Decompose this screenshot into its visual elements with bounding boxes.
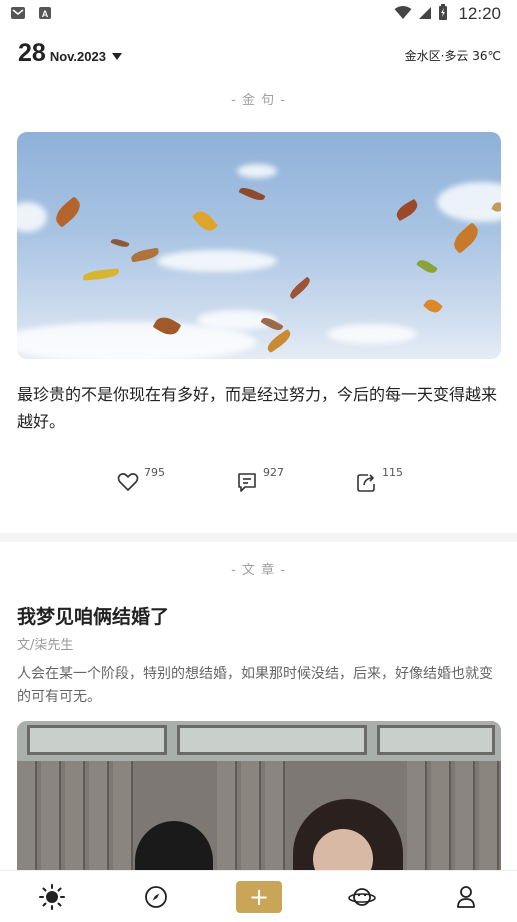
quote-section-label: - 金 句 - [231,93,286,108]
wall-plank [113,761,133,881]
like-button[interactable]: 795 [116,466,165,494]
comment-button[interactable]: 927 [235,466,284,494]
wall-plank [479,761,499,881]
mail-icon [10,5,26,24]
nav-profile-button[interactable] [452,883,480,911]
cloud [17,202,47,232]
like-count: 795 [144,466,165,479]
sun-icon [39,884,65,910]
cloud [157,250,277,272]
wall-plank [17,761,37,881]
quote-image[interactable] [17,132,501,359]
wall-plank [217,761,237,881]
wall-plank [431,761,451,881]
status-right: 12:20 [394,4,501,24]
wall-panel [377,725,495,755]
quote-text: 最珍贵的不是你现在有多好，而是经过努力，今后的每一天变得越来越好。 [17,385,498,431]
svg-text:A: A [42,9,49,19]
cloud [237,164,277,178]
status-left: A [10,5,52,24]
date-month: Nov.2023 [49,49,106,64]
nav-sun-button[interactable] [38,883,66,911]
person-icon [457,886,475,908]
share-icon [357,474,375,492]
article-summary: 人会在某一个阶段，特别的想结婚，如果那时候没结，后来，好像结婚也就变的可有可无。 [17,666,493,705]
leaf [191,207,219,235]
nav-discover-button[interactable] [142,883,170,911]
section-divider [0,533,517,542]
leaf [287,276,313,300]
quote-actions: 795 927 115 [0,466,517,496]
leaf [264,328,294,354]
wall-plank [89,761,109,881]
leaf [82,268,120,281]
compass-icon [145,886,167,908]
leaf [110,237,130,249]
cloud [327,324,417,344]
cell-signal-icon [418,5,432,24]
wall-panel [27,725,167,755]
leaf [393,198,421,222]
share-button[interactable]: 115 [354,466,403,494]
add-button[interactable]: + [236,881,282,913]
bottom-nav: + [0,870,517,922]
wall-plank [41,761,61,881]
planet-icon [348,888,376,906]
article-image[interactable] [17,721,501,881]
wall-plank [407,761,427,881]
battery-icon [438,4,448,24]
comment-icon [238,473,256,492]
article-section-label: - 文 章 - [231,563,286,578]
wall-panel [177,725,367,755]
leaf [423,296,443,316]
leaf [130,247,160,263]
cloud [437,182,501,222]
leaf [238,184,266,204]
wall-plank [265,761,285,881]
leaf [416,257,438,276]
caret-down-icon [111,53,122,60]
leaf [51,196,85,228]
wall-plank [241,761,261,881]
heart-icon [117,473,139,491]
share-count: 115 [382,466,403,479]
wall-plank [455,761,475,881]
article-author: 文/柒先生 [17,638,74,653]
wifi-icon [394,5,412,24]
date-selector[interactable]: 28 Nov.2023 [18,39,122,68]
comment-count: 927 [263,466,284,479]
date-day: 28 [18,39,46,67]
status-time: 12:20 [458,4,501,23]
wall-plank [65,761,85,881]
article-title[interactable]: 我梦见咱俩结婚了 [17,602,169,629]
font-icon: A [38,5,52,24]
weather-text: 金水区·多云 36℃ [404,49,501,63]
header: 28 Nov.2023 金水区·多云 36℃ [18,36,501,68]
status-bar: A 12:20 [0,0,517,28]
nav-planet-button[interactable] [348,883,376,911]
leaf [449,222,483,254]
